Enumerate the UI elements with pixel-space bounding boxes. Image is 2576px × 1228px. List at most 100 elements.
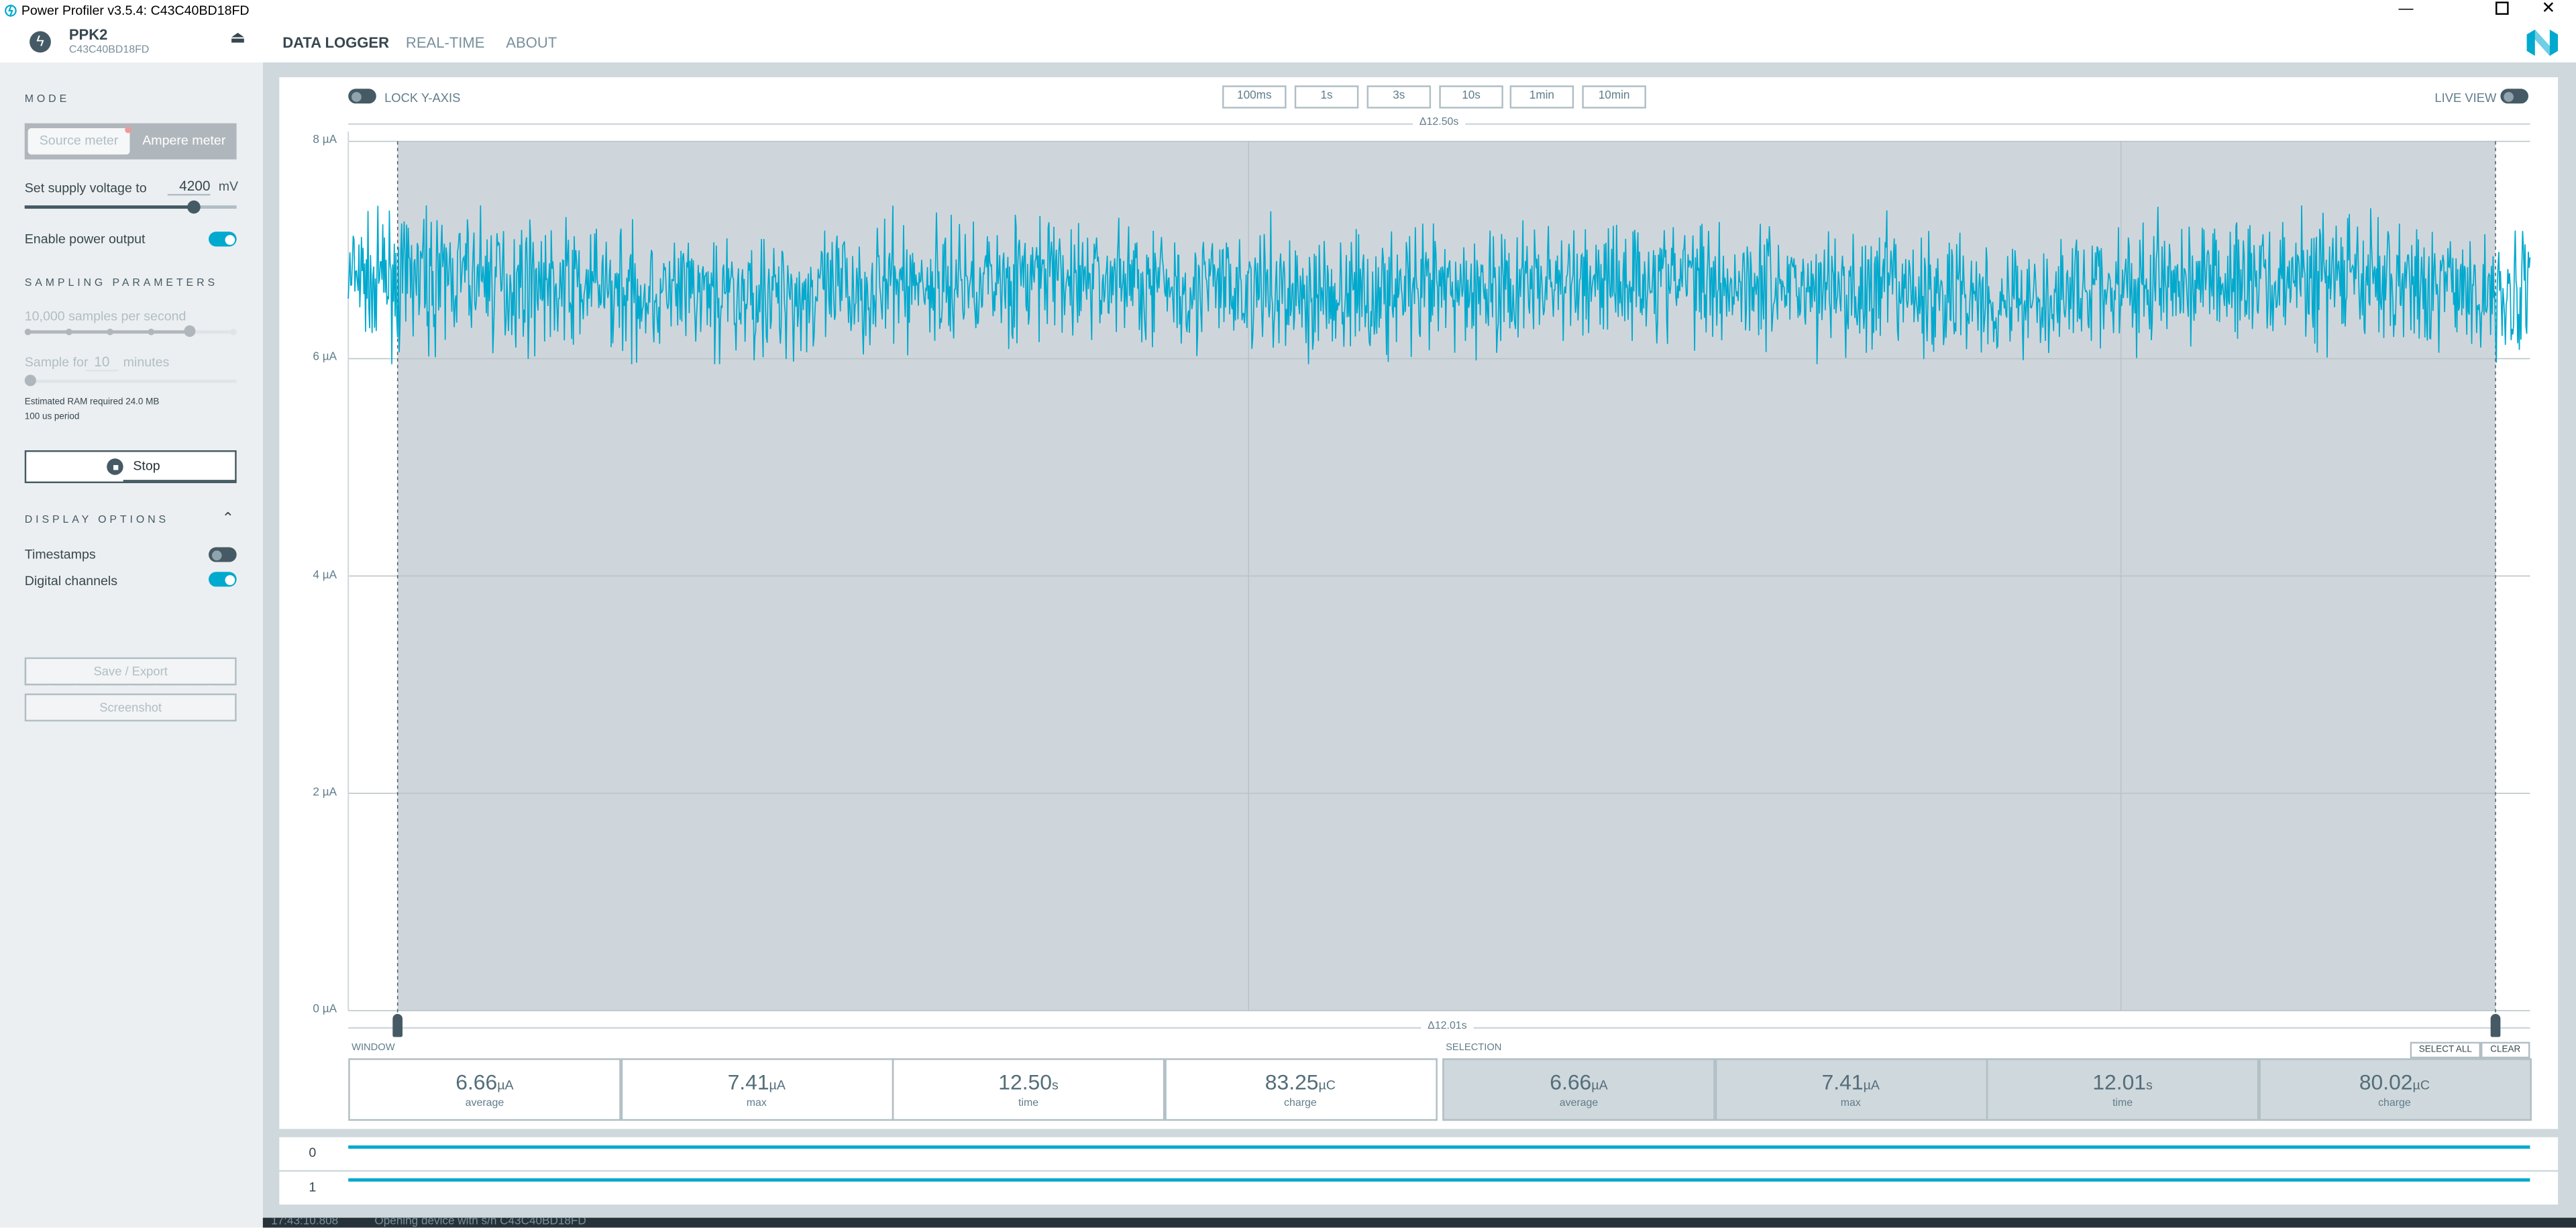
status-message: Opening device with s/n C43C40BD18FD: [374, 1217, 586, 1228]
selection-delta-label: Δ12.01s: [1421, 1020, 1474, 1032]
tab-real-time[interactable]: REAL-TIME: [406, 34, 485, 50]
lock-y-axis-toggle[interactable]: [348, 89, 376, 104]
stat-unit: µA: [1863, 1078, 1880, 1093]
status-time: 17:43:10.808: [271, 1217, 339, 1228]
sample-for-label: Sample for: [24, 354, 89, 370]
stat-label: charge: [2378, 1097, 2411, 1110]
sample-duration-slider[interactable]: [24, 374, 237, 387]
digital-channels-label: Digital channels: [24, 573, 118, 589]
ampere-meter-option[interactable]: Ampere meter: [131, 128, 237, 154]
samples-rate-label: 10,000 samples per second: [24, 309, 186, 324]
window-stats-max: 7.41µA max: [620, 1058, 894, 1121]
digital-signal-line: [348, 1178, 2530, 1181]
sample-duration-thumb[interactable]: [24, 374, 36, 387]
app-header: ϟ PPK2 C43C40BD18FD ⏏ DATA LOGGER REAL-T…: [0, 23, 2576, 63]
app-logo-icon: [5, 4, 17, 17]
enable-power-toggle[interactable]: [209, 232, 237, 247]
selection-start-handle[interactable]: [392, 1014, 403, 1037]
voltage-unit: mV: [218, 178, 239, 194]
tab-data-logger[interactable]: DATA LOGGER: [282, 34, 389, 50]
digital-channels-toggle[interactable]: [209, 572, 237, 587]
select-all-button[interactable]: SELECT ALL: [2410, 1041, 2481, 1059]
restore-icon[interactable]: [2496, 1, 2509, 15]
voltage-slider-thumb[interactable]: [187, 199, 201, 213]
stat-value: 83.25µC: [1166, 1070, 1436, 1094]
window-title-bar: Power Profiler v3.5.4: C43C40BD18FD — ✕: [0, 0, 2576, 23]
zoom-1min-button[interactable]: 1min: [1509, 85, 1574, 109]
stat-value: 6.66µA: [350, 1070, 620, 1094]
stat-number: 6.66: [1550, 1070, 1592, 1095]
voltage-input[interactable]: 4200: [167, 177, 211, 196]
progress-bar: [123, 478, 237, 482]
digital-row-label: 0: [309, 1145, 317, 1160]
window-stats-average: 6.66µA average: [348, 1058, 621, 1121]
display-options-title: DISPLAY OPTIONS: [24, 514, 170, 526]
lightning-icon: ϟ: [30, 31, 51, 53]
stat-value: 12.01s: [1988, 1070, 2257, 1094]
digital-row-0: 0: [279, 1137, 2559, 1170]
window-stats-title: WINDOW: [352, 1043, 395, 1054]
selection-end-handle[interactable]: [2490, 1014, 2501, 1037]
stat-number: 7.41: [1821, 1070, 1864, 1095]
stat-number: 83.25: [1265, 1070, 1319, 1095]
stat-label: average: [1559, 1097, 1599, 1110]
zoom-3s-button[interactable]: 3s: [1366, 85, 1432, 109]
stat-value: 7.41µA: [622, 1070, 892, 1094]
save-export-button[interactable]: Save / Export: [24, 657, 237, 686]
nordic-logo-icon: [2526, 30, 2559, 56]
selection-stats-average: 6.66µA average: [1442, 1058, 1715, 1121]
screenshot-button[interactable]: Screenshot: [24, 693, 237, 722]
samples-rate-slider[interactable]: [24, 325, 237, 338]
zoom-1s-button[interactable]: 1s: [1294, 85, 1359, 109]
status-bar: 17:43:10.808 Opening device with s/n C43…: [262, 1217, 2576, 1228]
selection-stats-charge: 80.02µC charge: [2258, 1058, 2531, 1121]
stop-icon: [107, 458, 123, 475]
stat-number: 12.01: [2092, 1070, 2147, 1095]
eject-icon[interactable]: ⏏: [230, 30, 246, 48]
stat-number: 6.66: [455, 1070, 498, 1095]
zoom-100ms-button[interactable]: 100ms: [1222, 85, 1287, 109]
timestamps-label: Timestamps: [24, 547, 96, 562]
mode-switch: Source meter Ampere meter: [24, 123, 237, 160]
stat-label: time: [2112, 1097, 2133, 1110]
samples-rate-thumb[interactable]: [184, 325, 196, 338]
zoom-10s-button[interactable]: 10s: [1439, 85, 1503, 109]
stat-value: 7.41µA: [1716, 1070, 1986, 1094]
minimize-icon[interactable]: —: [2399, 0, 2414, 16]
chevron-up-icon[interactable]: ⌃: [222, 509, 234, 527]
stat-unit: µC: [1318, 1078, 1336, 1093]
tab-about[interactable]: ABOUT: [506, 34, 557, 50]
clear-button[interactable]: CLEAR: [2480, 1041, 2530, 1059]
source-meter-option[interactable]: Source meter: [28, 128, 130, 155]
stat-label: average: [465, 1097, 504, 1110]
y-tick-label: 6 µA: [313, 352, 337, 364]
sample-duration-input[interactable]: 10: [85, 354, 119, 372]
stat-unit: µA: [769, 1078, 786, 1093]
stop-button[interactable]: Stop: [24, 450, 237, 484]
device-serial: C43C40BD18FD: [68, 44, 150, 56]
current-chart[interactable]: [279, 131, 2558, 1052]
stat-unit: µA: [497, 1078, 514, 1093]
sampling-title: SAMPLING PARAMETERS: [24, 277, 218, 290]
period-text: 100 us period: [24, 412, 80, 423]
timestamps-toggle[interactable]: [209, 547, 237, 562]
device-name: PPK2: [68, 26, 108, 43]
indicator-dot: [125, 126, 131, 134]
digital-row-1: 1: [279, 1172, 2559, 1205]
digital-row-label: 1: [309, 1180, 317, 1195]
stat-unit: s: [2146, 1078, 2153, 1093]
stat-value: 6.66µA: [1444, 1070, 1714, 1094]
live-view-label: LIVE VIEW: [2434, 90, 2497, 105]
y-tick-label: 0 µA: [313, 1004, 337, 1016]
live-view-toggle[interactable]: [2500, 89, 2529, 104]
digital-signal-line: [348, 1145, 2530, 1148]
lock-y-axis-label: LOCK Y-AXIS: [384, 90, 461, 105]
zoom-10min-button[interactable]: 10min: [1582, 85, 1646, 109]
y-tick-label: 4 µA: [313, 569, 337, 581]
voltage-slider[interactable]: [24, 199, 237, 213]
close-icon[interactable]: ✕: [2542, 0, 2556, 18]
selection-stats-time: 12.01s time: [1986, 1058, 2259, 1121]
sample-duration-unit: minutes: [123, 354, 170, 370]
stat-value: 12.50s: [894, 1070, 1163, 1094]
stat-label: time: [1018, 1097, 1039, 1110]
